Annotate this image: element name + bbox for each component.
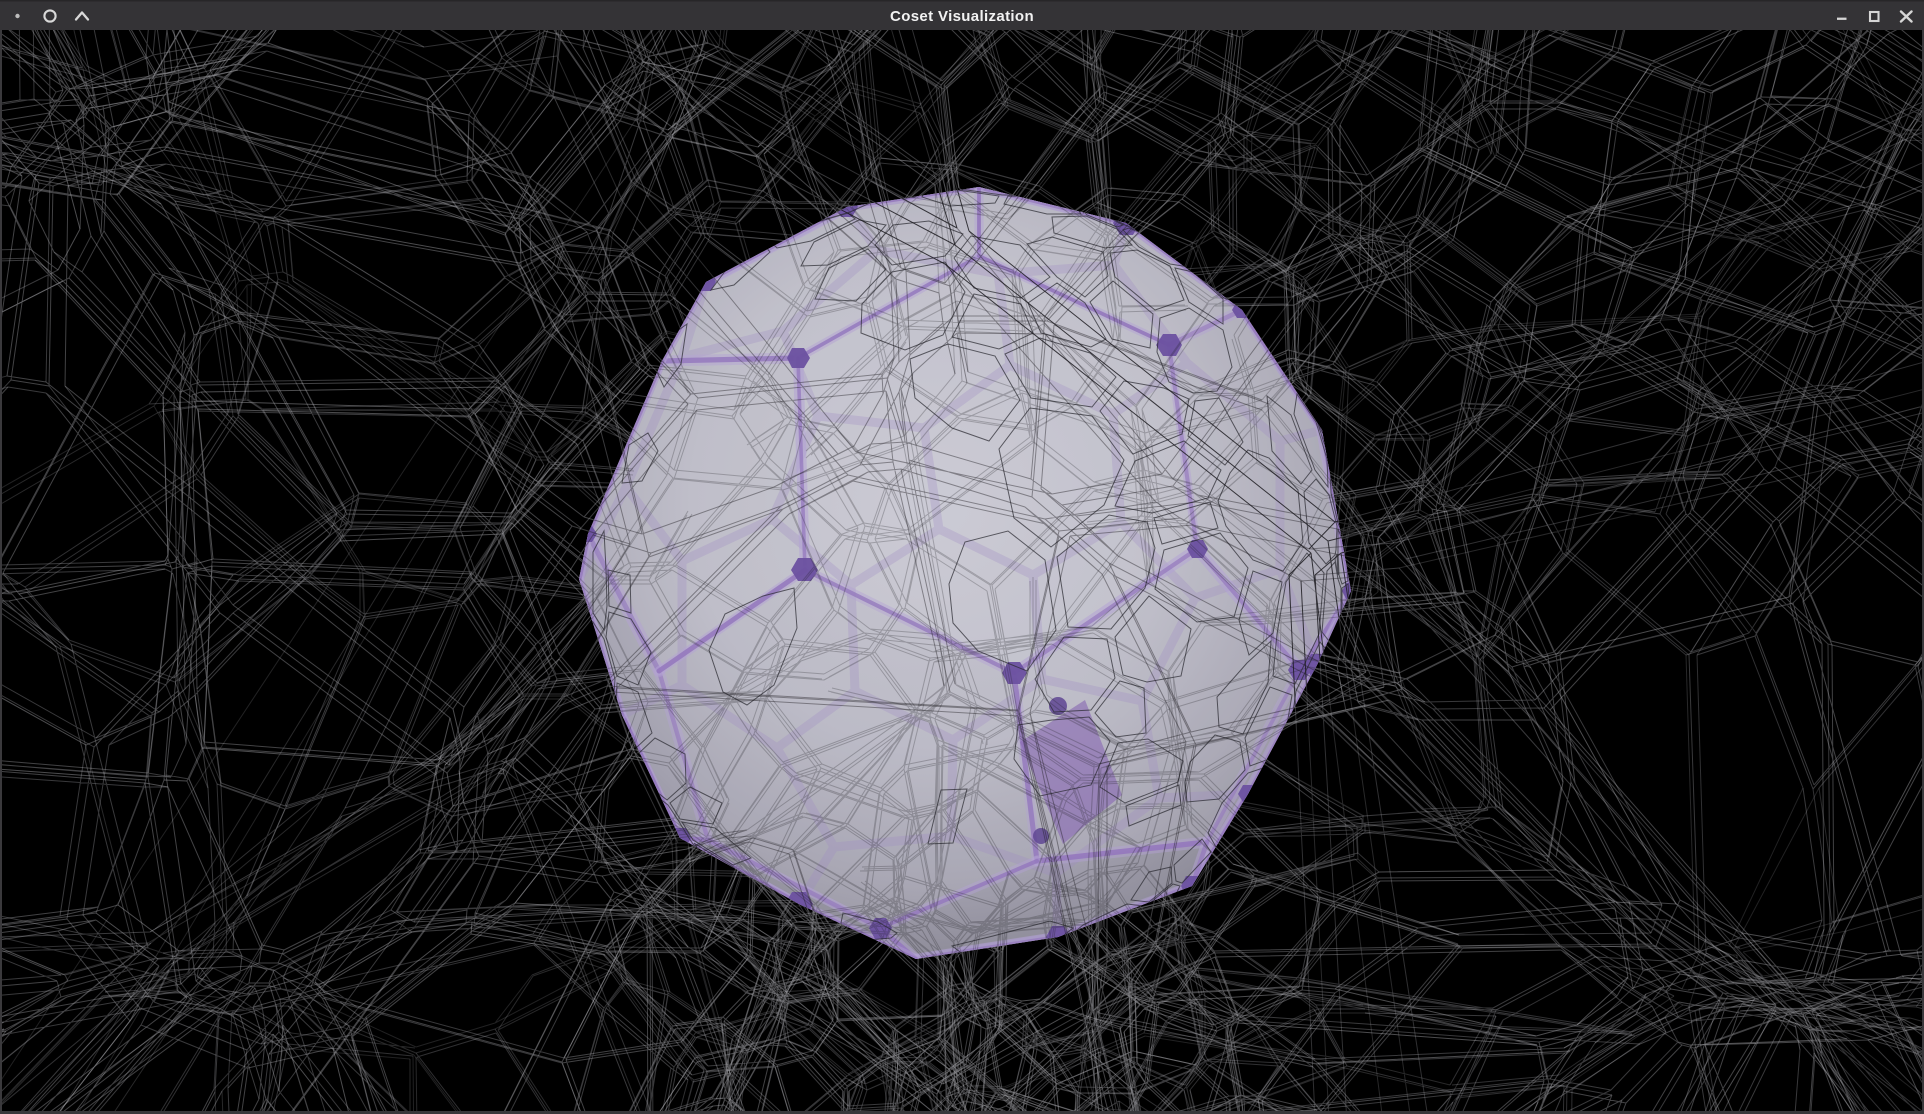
svg-text:Coset Visualization: Coset Visualization [890, 8, 1034, 25]
